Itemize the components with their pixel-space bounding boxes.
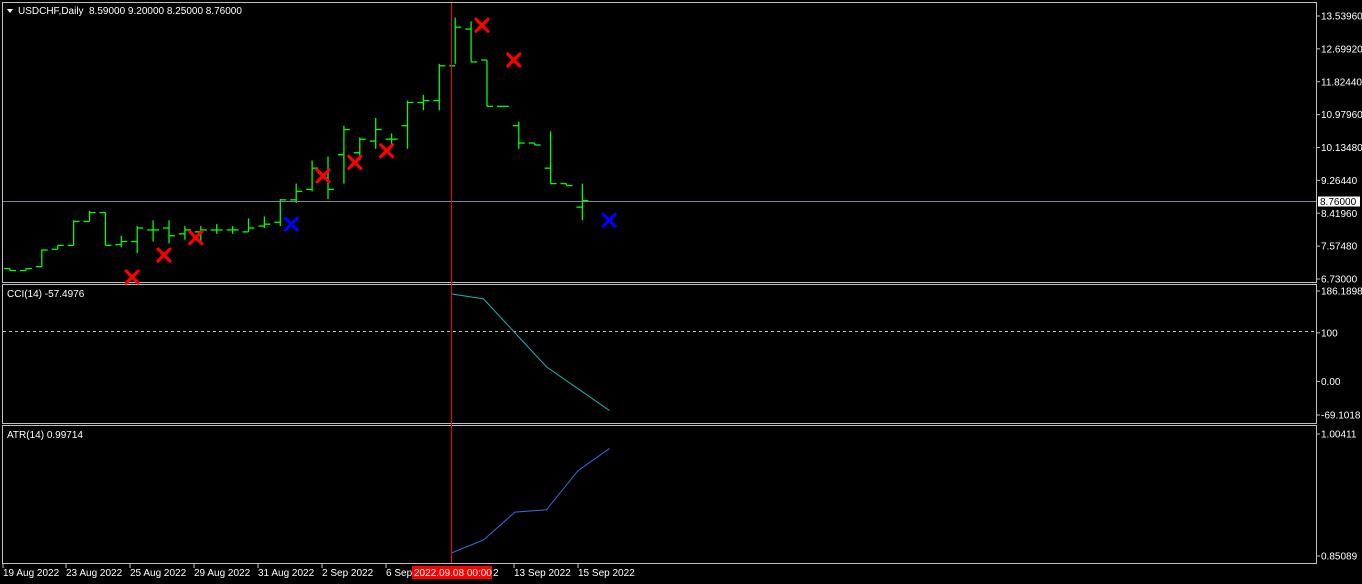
- sell-signal-cross-icon: [124, 269, 140, 285]
- ohlc-bar: [528, 142, 541, 146]
- time-tick-label: 29 Aug 2022: [194, 568, 251, 579]
- crosshair-time-label: 2022.09.08 00:00: [414, 568, 492, 579]
- price-tick-label: 12.69920: [1321, 44, 1362, 55]
- price-tick-label: 8.41960: [1321, 209, 1358, 220]
- price-tick-label: 9.26440: [1321, 176, 1358, 187]
- signal-markers: [124, 17, 617, 285]
- ohlc-bars: [4, 17, 589, 272]
- cci-line: [451, 293, 610, 411]
- ohlc-bar: [51, 244, 64, 250]
- ohlc-bar: [465, 21, 478, 63]
- price-tick-label: 13.53960: [1321, 12, 1362, 23]
- cci-panel[interactable]: [2, 284, 1317, 424]
- ohlc-bar: [242, 218, 255, 233]
- price-tick-label: 10.13480: [1321, 143, 1362, 154]
- ohlc-bar: [19, 267, 32, 272]
- ohlc-bar: [67, 220, 80, 247]
- cci-title: CCI(14) -57.4976: [7, 289, 85, 300]
- time-axis: 19 Aug 2022 23 Aug 2022 25 Aug 2022 29 Aug …: [2, 564, 635, 579]
- ohlc-bar: [226, 226, 239, 234]
- atr-title: ATR(14) 0.99714: [7, 430, 83, 441]
- sell-signal-cross-icon: [315, 168, 331, 184]
- price-tick-label: 11.82440: [1321, 77, 1362, 88]
- ohlc-bar: [258, 216, 271, 229]
- time-tick-label: 31 Aug 2022: [258, 568, 315, 579]
- sell-signal-cross-icon: [156, 247, 172, 263]
- time-tick-label: 15 Sep 2022: [578, 568, 635, 579]
- ohlc-bar: [35, 249, 48, 268]
- cci-tick-label: 100: [1321, 328, 1338, 339]
- atr-line: [451, 448, 610, 554]
- cci-tick-label: 186.1898: [1321, 287, 1362, 298]
- buy-signal-cross-icon: [601, 212, 617, 228]
- ohlc-bar: [274, 199, 287, 227]
- time-tick-label: 25 Aug 2022: [130, 568, 187, 579]
- cci-tick-label: 0.00: [1321, 377, 1341, 388]
- time-tick-label: 19 Aug 2022: [3, 568, 60, 579]
- ohlc-bar: [433, 63, 446, 111]
- ohlc-bar: [99, 211, 112, 247]
- ohlc-bar: [512, 121, 525, 149]
- sell-signal-cross-icon: [474, 17, 490, 33]
- ohlc-bar: [385, 133, 398, 145]
- atr-tick-label: 0.85089: [1321, 552, 1358, 563]
- atr-tick-label: 1.00411: [1321, 430, 1357, 441]
- ohlc-bar: [544, 131, 557, 185]
- price-tick-label: 10.97960: [1321, 110, 1362, 121]
- price-axis: 13.53960 12.69920 11.82440 10.97960 10.13480…: [1316, 12, 1362, 286]
- ohlc-bar: [306, 160, 319, 192]
- ohlc-bar: [210, 224, 223, 234]
- ohlc-bar: [401, 100, 414, 149]
- atr-panel[interactable]: [2, 425, 1317, 564]
- triangle-down-icon[interactable]: [7, 9, 13, 13]
- time-tick-label: 6 Sep: [386, 568, 413, 579]
- ohlc-bar: [115, 235, 128, 248]
- ohlc-values: 8.59000 9.20000 8.25000 8.76000: [89, 6, 242, 17]
- ohlc-bar: [4, 267, 16, 272]
- time-tick-label: 13 Sep 2022: [514, 568, 571, 579]
- ohlc-bar: [481, 59, 493, 108]
- price-tick-label: 6.73000: [1321, 275, 1358, 286]
- time-tick-label: 2 Sep 2022: [322, 568, 374, 579]
- time-tick-label: 23 Aug 2022: [66, 568, 123, 579]
- atr-axis: 1.00411 0.85089: [1316, 430, 1358, 563]
- cci-axis: 186.1898 100 0.00 -69.1018: [1316, 287, 1362, 422]
- ohlc-bar: [147, 220, 160, 242]
- buy-signal-cross-icon: [283, 216, 299, 232]
- current-price-label: 8.76000: [1320, 197, 1357, 208]
- sell-signal-cross-icon: [188, 230, 204, 246]
- ohlc-bar: [163, 220, 175, 244]
- ohlc-bar: [417, 94, 430, 111]
- ohlc-bar: [131, 226, 144, 254]
- price-tick-label: 7.57480: [1321, 242, 1358, 253]
- ohlc-bar: [337, 125, 350, 184]
- sell-signal-cross-icon: [347, 154, 363, 170]
- sell-signal-cross-icon: [506, 52, 522, 68]
- ohlc-bar: [83, 210, 96, 223]
- sell-signal-cross-icon: [379, 143, 395, 159]
- symbol-label: USDCHF,Daily: [18, 6, 84, 17]
- crosshair-time-suffix: 2: [493, 568, 499, 579]
- cci-tick-label: -69.1018: [1321, 411, 1361, 422]
- ohlc-bar: [290, 183, 303, 203]
- ohlc-bar: [560, 182, 573, 187]
- trading-chart[interactable]: USDCHF,Daily 8.59000 9.20000 8.25000 8.7…: [0, 0, 1362, 584]
